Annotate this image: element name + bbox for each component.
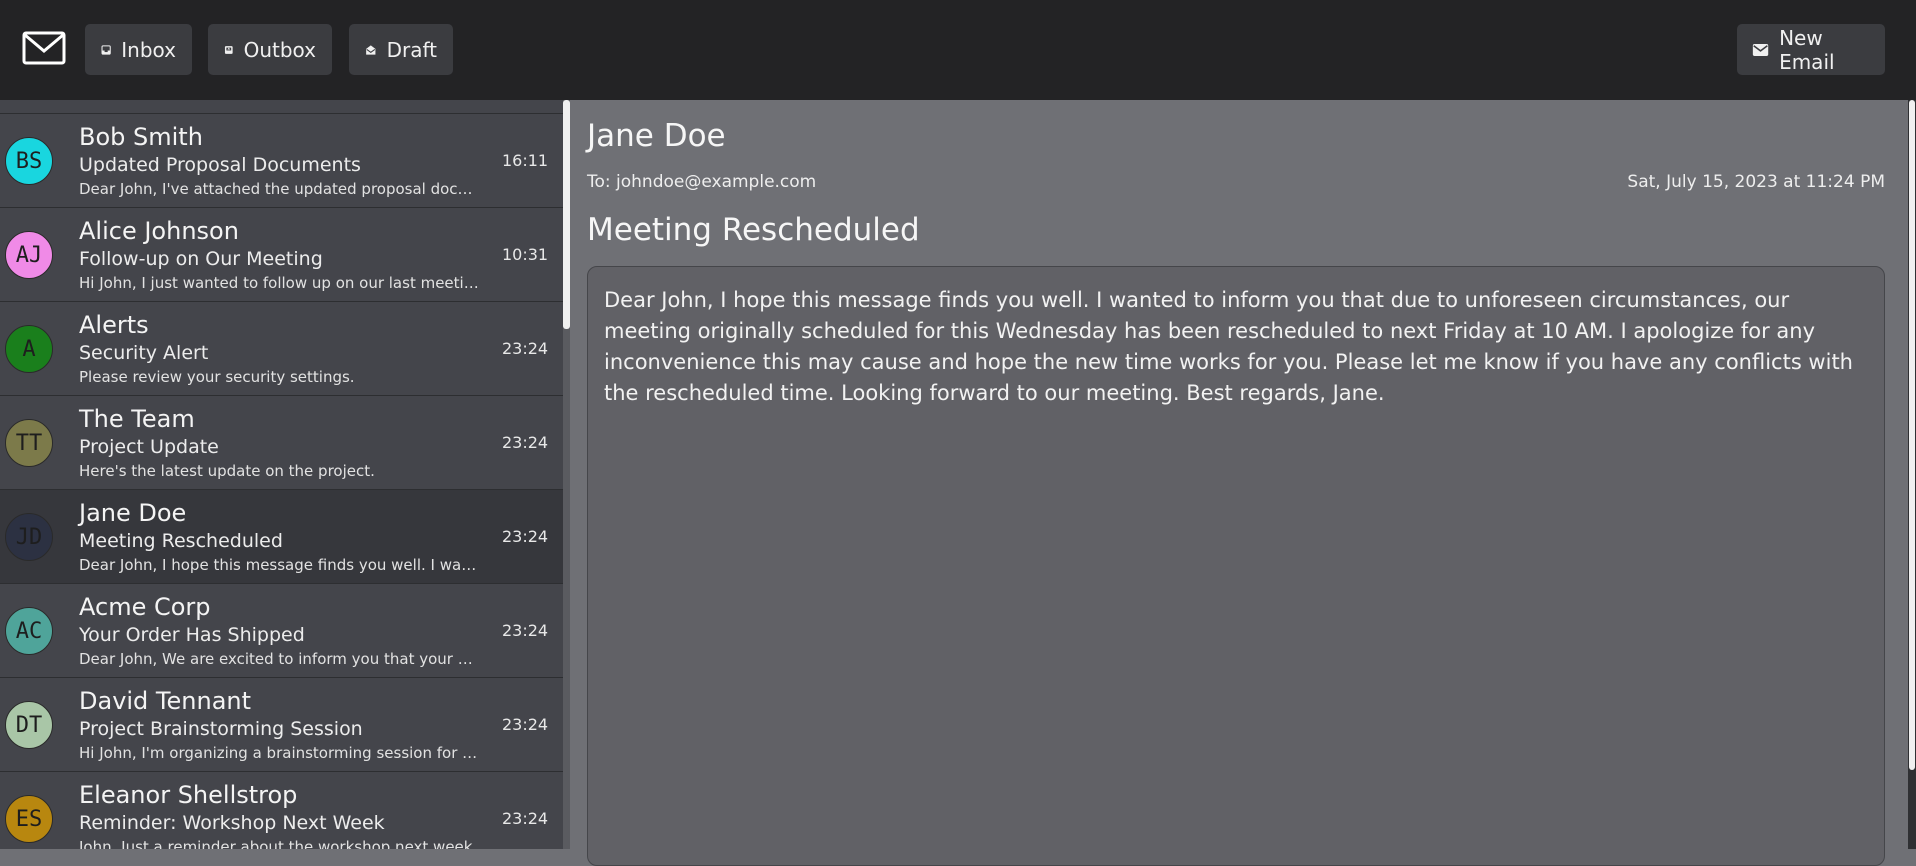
email-time: 23:24 bbox=[502, 339, 549, 358]
email-preview: Dear John, I hope this message finds you… bbox=[79, 556, 479, 574]
draft-button[interactable]: Draft bbox=[349, 24, 453, 75]
email-subject: Your Order Has Shipped bbox=[79, 624, 305, 646]
avatar: TT bbox=[5, 419, 53, 467]
avatar: A bbox=[5, 325, 53, 373]
avatar: DT bbox=[5, 701, 53, 749]
avatar: JD bbox=[5, 513, 53, 561]
message-body: Dear John, I hope this message finds you… bbox=[587, 266, 1885, 866]
email-sender: Acme Corp bbox=[79, 593, 211, 621]
email-preview: John, Just a reminder about the workshop… bbox=[79, 838, 478, 849]
email-list-scrollbar[interactable] bbox=[563, 100, 570, 849]
email-subject: Reminder: Workshop Next Week bbox=[79, 812, 385, 834]
email-sender: Alice Johnson bbox=[79, 217, 239, 245]
email-list[interactable]: ········································… bbox=[0, 100, 563, 849]
email-time: 10:31 bbox=[502, 245, 549, 264]
message-subject: Meeting Rescheduled bbox=[587, 212, 920, 248]
draft-icon bbox=[366, 44, 376, 55]
email-list-item[interactable]: ES Eleanor Shellstrop Reminder: Workshop… bbox=[0, 772, 563, 849]
inbox-icon bbox=[101, 44, 111, 55]
email-preview: Please review your security settings. bbox=[79, 368, 355, 386]
email-list-item[interactable]: TT The Team Project Update Here's the la… bbox=[0, 396, 563, 490]
email-preview: Hi John, I'm organizing a brainstorming … bbox=[79, 744, 479, 762]
email-subject: Project Update bbox=[79, 436, 219, 458]
email-list-item[interactable]: AJ Alice Johnson Follow-up on Our Meetin… bbox=[0, 208, 563, 302]
mail-logo-icon bbox=[22, 31, 66, 65]
email-time: 23:24 bbox=[502, 621, 549, 640]
inbox-button[interactable]: Inbox bbox=[85, 24, 192, 75]
new-email-label: New Email bbox=[1779, 25, 1835, 74]
email-list-item-selected[interactable]: JD Jane Doe Meeting Rescheduled Dear Joh… bbox=[0, 490, 563, 584]
top-bar: Inbox Outbox Draft New Email bbox=[0, 0, 1916, 100]
draft-label: Draft bbox=[386, 37, 437, 62]
email-sender: Alerts bbox=[79, 311, 149, 339]
email-preview: Here's the latest update on the project. bbox=[79, 462, 375, 480]
avatar: BS bbox=[5, 137, 53, 185]
email-list-item[interactable]: ········································… bbox=[0, 100, 563, 114]
outbox-button[interactable]: Outbox bbox=[208, 24, 332, 75]
email-list-item[interactable]: BS Bob Smith Updated Proposal Documents … bbox=[0, 114, 563, 208]
email-preview: Dear John, We are excited to inform you … bbox=[79, 650, 479, 668]
email-subject: Project Brainstorming Session bbox=[79, 718, 363, 740]
email-time: 23:24 bbox=[502, 433, 549, 452]
email-subject: Security Alert bbox=[79, 342, 209, 364]
email-sender: Eleanor Shellstrop bbox=[79, 781, 298, 809]
email-preview: Dear John, I've attached the updated pro… bbox=[79, 180, 479, 198]
message-date: Sat, July 15, 2023 at 11:24 PM bbox=[1627, 172, 1885, 192]
email-list-item[interactable]: A Alerts Security Alert Please review yo… bbox=[0, 302, 563, 396]
email-sender: Jane Doe bbox=[79, 499, 187, 527]
page-scrollbar-thumb[interactable] bbox=[1909, 100, 1915, 770]
page-scrollbar[interactable] bbox=[1908, 100, 1916, 849]
email-subject: Follow-up on Our Meeting bbox=[79, 248, 323, 270]
message-recipient: To: johndoe@example.com bbox=[587, 172, 817, 192]
message-sender: Jane Doe bbox=[587, 118, 726, 154]
avatar: ES bbox=[5, 795, 53, 843]
email-time: 16:11 bbox=[502, 151, 549, 170]
email-sender: The Team bbox=[79, 405, 195, 433]
email-subject: Updated Proposal Documents bbox=[79, 154, 361, 176]
email-preview: ········································… bbox=[79, 100, 479, 106]
email-list-item[interactable]: DT David Tennant Project Brainstorming S… bbox=[0, 678, 563, 772]
email-time: 23:24 bbox=[502, 527, 549, 546]
avatar: AC bbox=[5, 607, 53, 655]
outbox-icon bbox=[224, 45, 233, 54]
email-subject: Meeting Rescheduled bbox=[79, 530, 283, 552]
reading-pane: Jane Doe To: johndoe@example.com Sat, Ju… bbox=[570, 100, 1908, 866]
outbox-label: Outbox bbox=[243, 37, 316, 62]
new-email-button[interactable]: New Email bbox=[1737, 24, 1885, 75]
avatar: AJ bbox=[5, 231, 53, 279]
email-time: 23:24 bbox=[502, 715, 549, 734]
mail-icon bbox=[1752, 43, 1769, 56]
email-preview: Hi John, I just wanted to follow up on o… bbox=[79, 274, 479, 292]
inbox-label: Inbox bbox=[121, 37, 176, 62]
email-list-scrollbar-thumb[interactable] bbox=[563, 100, 570, 329]
email-sender: Bob Smith bbox=[79, 123, 203, 151]
email-list-item[interactable]: AC Acme Corp Your Order Has Shipped Dear… bbox=[0, 584, 563, 678]
email-sender: David Tennant bbox=[79, 687, 252, 715]
email-time: 23:24 bbox=[502, 809, 549, 828]
